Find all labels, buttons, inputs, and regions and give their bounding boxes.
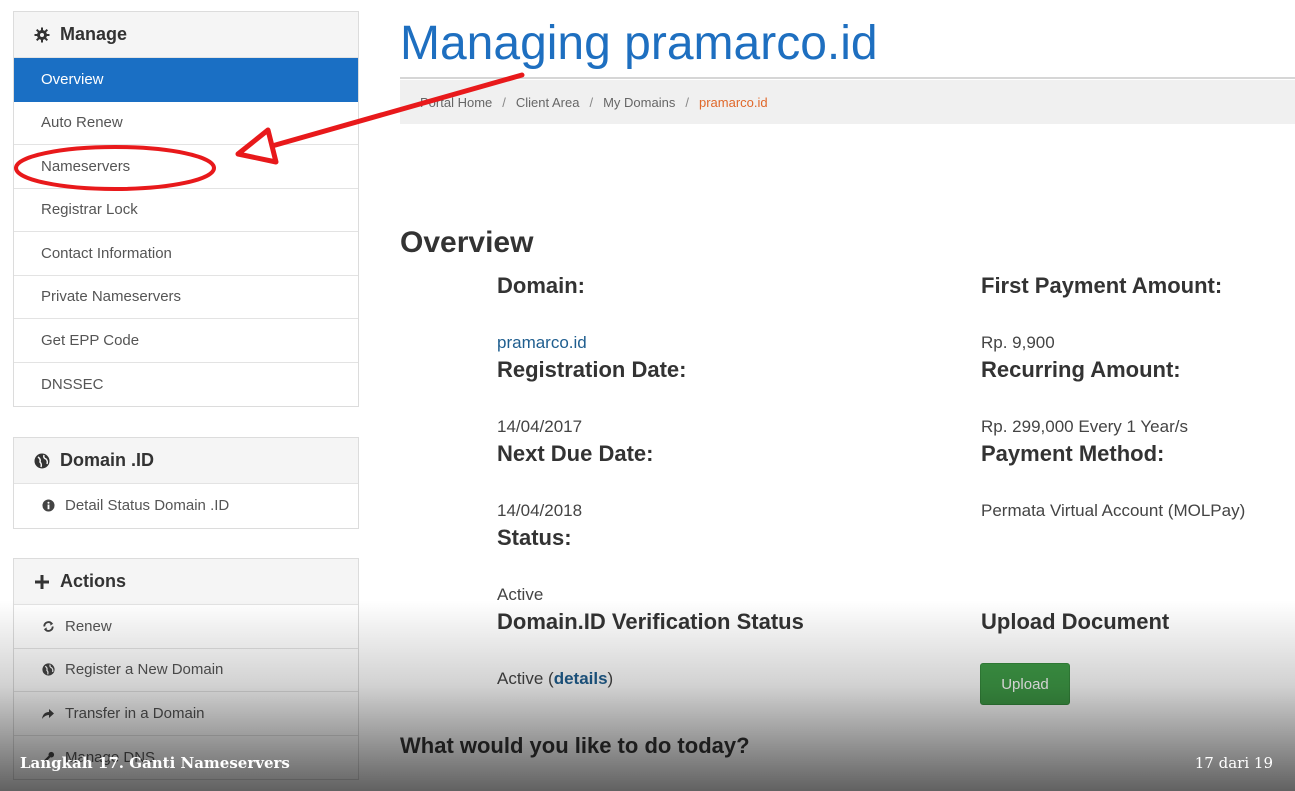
domain-link[interactable]: pramarco.id [497, 333, 587, 353]
sidebar-item-registrar-lock[interactable]: Registrar Lock [14, 189, 358, 232]
sidebar-item-auto-renew[interactable]: Auto Renew [14, 102, 358, 145]
sidebar-item-contact-information[interactable]: Contact Information [14, 232, 358, 276]
upload-document-label: Upload Document [981, 609, 1170, 634]
domain-id-panel-header: Domain .ID [14, 438, 358, 484]
sidebar-item-detail-status[interactable]: Detail Status Domain .ID [14, 484, 358, 528]
registration-date-label: Registration Date: [497, 357, 687, 382]
slide-counter: 17 dari 19 [1194, 754, 1273, 772]
plus-icon [34, 574, 50, 590]
verification-status-close: ) [607, 669, 614, 688]
page-title: Managing pramarco.id [400, 17, 878, 70]
first-payment-label: First Payment Amount: [981, 273, 1223, 298]
sidebar-item-nameservers[interactable]: Nameservers [14, 145, 358, 189]
gear-icon [34, 27, 50, 43]
status-label: Status: [497, 525, 572, 550]
globe-icon [41, 663, 55, 677]
details-link[interactable]: details [554, 669, 608, 688]
slide-caption: Langkah 17. Ganti Nameservers [20, 754, 290, 772]
domain-id-panel-title: Domain .ID [60, 450, 155, 470]
manage-panel: Manage Overview Auto Renew Nameservers R… [13, 11, 359, 407]
sidebar-item-transfer-domain-label: Transfer in a Domain [65, 704, 205, 722]
payment-method-label: Payment Method: [981, 441, 1165, 466]
refresh-icon [41, 619, 55, 633]
title-divider [400, 77, 1295, 79]
actions-panel: Actions Renew Register a New Domain Tran… [13, 558, 359, 780]
info-icon [41, 499, 55, 513]
sidebar-item-overview[interactable]: Overview [14, 58, 358, 102]
sidebar-item-register-domain[interactable]: Register a New Domain [14, 649, 358, 692]
breadcrumb-separator: / [502, 94, 506, 110]
manage-panel-header: Manage [14, 12, 358, 58]
actions-panel-header: Actions [14, 559, 358, 605]
recurring-amount-label: Recurring Amount: [981, 357, 1181, 382]
registration-date-value: 14/04/2017 [497, 417, 583, 436]
sidebar-item-transfer-domain[interactable]: Transfer in a Domain [14, 692, 358, 736]
domain-id-panel: Domain .ID Detail Status Domain .ID [13, 437, 359, 529]
breadcrumb-client-area[interactable]: Client Area [516, 95, 580, 110]
sidebar-item-renew-label: Renew [65, 617, 112, 635]
breadcrumb: Portal Home / Client Area / My Domains /… [400, 80, 1295, 124]
todo-heading: What would you like to do today? [400, 733, 750, 758]
verification-status-text: Active ( [497, 669, 554, 688]
manage-panel-title: Manage [60, 24, 128, 44]
domain-label: Domain: [497, 273, 585, 298]
upload-button[interactable]: Upload [980, 663, 1070, 705]
overview-heading: Overview [400, 226, 534, 259]
breadcrumb-separator: / [685, 94, 689, 110]
sidebar-item-register-domain-label: Register a New Domain [65, 661, 224, 679]
next-due-date-value: 14/04/2018 [497, 501, 583, 520]
breadcrumb-separator: / [589, 94, 594, 110]
breadcrumb-portal-home[interactable]: Portal Home [420, 95, 492, 110]
verification-status-label: Domain.ID Verification Status [497, 609, 804, 634]
globe-icon [34, 453, 50, 469]
verification-status-value: Active (details) [497, 669, 613, 689]
recurring-amount-value: Rp. 299,000 Every 1 Year/s [981, 417, 1188, 436]
first-payment-value: Rp. 9,900 [981, 333, 1055, 352]
sidebar-item-dnssec[interactable]: DNSSEC [14, 363, 358, 407]
breadcrumb-current: pramarco.id [698, 94, 768, 110]
payment-method-value: Permata Virtual Account (MOLPay) [981, 501, 1246, 520]
next-due-date-label: Next Due Date: [497, 441, 654, 466]
status-value: Active [497, 585, 544, 604]
share-arrow-icon [41, 706, 55, 720]
actions-panel-title: Actions [60, 571, 127, 591]
sidebar-item-get-epp-code[interactable]: Get EPP Code [14, 319, 358, 363]
sidebar-item-detail-status-label: Detail Status Domain .ID [65, 497, 230, 515]
sidebar-item-private-nameservers[interactable]: Private Nameservers [14, 276, 358, 319]
breadcrumb-my-domains[interactable]: My Domains [603, 95, 675, 110]
sidebar-item-renew[interactable]: Renew [14, 605, 358, 649]
